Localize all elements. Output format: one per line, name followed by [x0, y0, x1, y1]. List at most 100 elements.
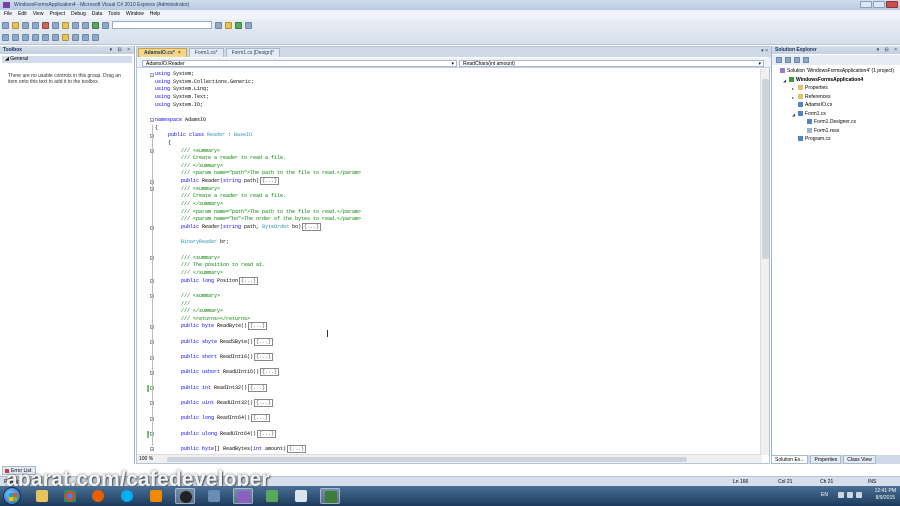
taskbar-app-active[interactable] — [175, 488, 195, 504]
open-file-icon[interactable] — [12, 21, 19, 29]
solution-explorer-icon[interactable] — [225, 21, 232, 29]
collapsed-region[interactable]: {...} — [251, 414, 271, 423]
solution-item[interactable]: Solution 'WindowsFormsApplication4' (1 p… — [780, 68, 894, 75]
tab-1[interactable]: Form1.cs* — [188, 48, 224, 57]
type-dropdown[interactable]: AdamsIO.Reader ▾ — [142, 60, 457, 67]
collapsed-region[interactable]: {...} — [287, 444, 307, 453]
zoom-level[interactable]: 100 % — [139, 456, 153, 462]
next-bookmark-icon[interactable] — [82, 33, 89, 41]
horizontal-scrollbar[interactable]: 100 % — [137, 454, 762, 463]
taskbar-skype[interactable] — [117, 488, 137, 504]
collapsed-region[interactable]: {...} — [260, 177, 280, 186]
taskbar-vlc[interactable] — [146, 488, 166, 504]
view-code-icon[interactable] — [803, 57, 809, 63]
pin-icon[interactable]: ▾ ⊟ × — [110, 46, 132, 54]
properties-icon[interactable] — [235, 21, 242, 29]
taskbar-app[interactable] — [291, 488, 311, 504]
scroll-thumb[interactable] — [167, 457, 687, 462]
paste-icon[interactable] — [62, 21, 69, 29]
outdent-icon[interactable] — [22, 33, 29, 41]
bookmark-icon[interactable] — [62, 33, 69, 41]
taskbar-app[interactable] — [320, 488, 340, 504]
solution-item[interactable]: Form1.cs — [798, 110, 826, 118]
collapsed-region[interactable]: {...} — [239, 276, 259, 285]
prev-bookmark-icon[interactable] — [72, 33, 79, 41]
new-project-icon[interactable] — [2, 21, 9, 29]
clock[interactable]: 12:41 PM 8/9/2015 — [875, 488, 896, 502]
collapsed-region[interactable]: {...} — [254, 398, 274, 407]
param-info-icon[interactable] — [12, 33, 19, 41]
outline-toggle-icon[interactable]: − — [150, 118, 154, 123]
scroll-thumb[interactable] — [762, 79, 769, 259]
menu-debug[interactable]: Debug — [71, 10, 86, 19]
taskbar-app[interactable] — [262, 488, 282, 504]
tree-expander-icon[interactable]: ◢ — [792, 112, 795, 117]
copy-icon[interactable] — [52, 21, 59, 29]
start-button[interactable] — [3, 487, 21, 505]
member-dropdown[interactable]: ReadChars(int amount) ▾ — [459, 60, 764, 67]
panel-tab-2[interactable]: Class View — [843, 455, 876, 464]
tab-close-icon[interactable]: ▾ × — [761, 48, 768, 54]
collapsed-region[interactable]: {...} — [248, 322, 268, 331]
redo-icon[interactable] — [82, 21, 89, 29]
uncomment-icon[interactable] — [52, 33, 59, 41]
solution-item[interactable]: Properties — [798, 85, 828, 92]
tree-expander-icon[interactable]: ▸ — [792, 95, 794, 100]
save-icon[interactable] — [22, 21, 29, 29]
undo-icon[interactable] — [72, 21, 79, 29]
toolbox-group-general[interactable]: ◢ General — [2, 56, 132, 63]
properties-icon[interactable] — [776, 57, 782, 63]
menu-view[interactable]: View — [33, 10, 44, 19]
solution-item[interactable]: References — [798, 93, 831, 101]
network-icon[interactable] — [838, 492, 844, 498]
find-icon[interactable] — [215, 21, 222, 29]
refresh-icon[interactable] — [794, 57, 800, 63]
tree-expander-icon[interactable]: ◢ — [783, 78, 786, 83]
panel-tab-0[interactable]: Solution Ex... — [771, 455, 809, 464]
outline-toggle-icon[interactable]: − — [150, 72, 154, 77]
start-debugging-icon[interactable] — [92, 21, 99, 29]
menu-project[interactable]: Project — [49, 10, 65, 19]
menu-tools[interactable]: Tools — [108, 10, 120, 19]
minimize-button[interactable] — [860, 1, 872, 8]
pin-icon[interactable]: ▾ ⊟ × — [877, 46, 899, 54]
collapsed-region[interactable]: {...} — [248, 383, 268, 392]
indent-icon[interactable] — [32, 33, 39, 41]
quick-info-icon[interactable] — [2, 33, 9, 41]
collapsed-region[interactable]: {...} — [254, 353, 274, 362]
solution-item[interactable]: Program.cs — [798, 136, 831, 143]
solution-item[interactable]: AdamsIO.cs — [798, 102, 832, 109]
find-combo[interactable] — [112, 21, 212, 29]
close-button[interactable] — [886, 1, 898, 8]
solution-item[interactable]: Form1.Designer.cs — [807, 119, 856, 126]
collapsed-region[interactable]: {...} — [260, 368, 280, 377]
maximize-button[interactable] — [873, 1, 885, 8]
menu-edit[interactable]: Edit — [18, 10, 27, 19]
taskbar-firefox[interactable] — [88, 488, 108, 504]
flag-icon[interactable] — [856, 492, 862, 498]
clear-bookmarks-icon[interactable] — [92, 33, 99, 41]
collapsed-region[interactable]: {...} — [257, 429, 277, 438]
volume-icon[interactable] — [847, 492, 853, 498]
save-all-icon[interactable] — [32, 21, 39, 29]
menu-file[interactable]: File — [4, 10, 12, 19]
tab-0[interactable]: AdamsIO.cs* × — [138, 48, 187, 57]
panel-tab-1[interactable]: Properties — [810, 455, 842, 464]
taskbar-chrome[interactable] — [60, 488, 80, 504]
collapsed-region[interactable]: {...} — [302, 223, 322, 231]
outline-toggle-icon[interactable]: + — [150, 447, 154, 452]
language-indicator[interactable]: EN — [821, 492, 828, 498]
collapsed-region[interactable]: {...} — [254, 337, 274, 346]
menu-data[interactable]: Data — [92, 10, 103, 19]
pause-icon[interactable] — [102, 21, 109, 29]
solution-item[interactable]: Form1.resx — [807, 127, 839, 135]
tab-2[interactable]: Form1.cs [Design]* — [225, 48, 281, 57]
show-all-files-icon[interactable] — [785, 57, 791, 63]
toolbox-icon[interactable] — [245, 21, 252, 29]
taskbar-explorer[interactable] — [32, 488, 52, 504]
close-tab-icon[interactable]: × — [178, 50, 181, 56]
menu-window[interactable]: Window — [126, 10, 144, 19]
code-area[interactable]: using System; − using System.Collections.G… — [137, 69, 762, 455]
vertical-scrollbar[interactable] — [760, 69, 769, 455]
menu-help[interactable]: Help — [150, 10, 160, 19]
